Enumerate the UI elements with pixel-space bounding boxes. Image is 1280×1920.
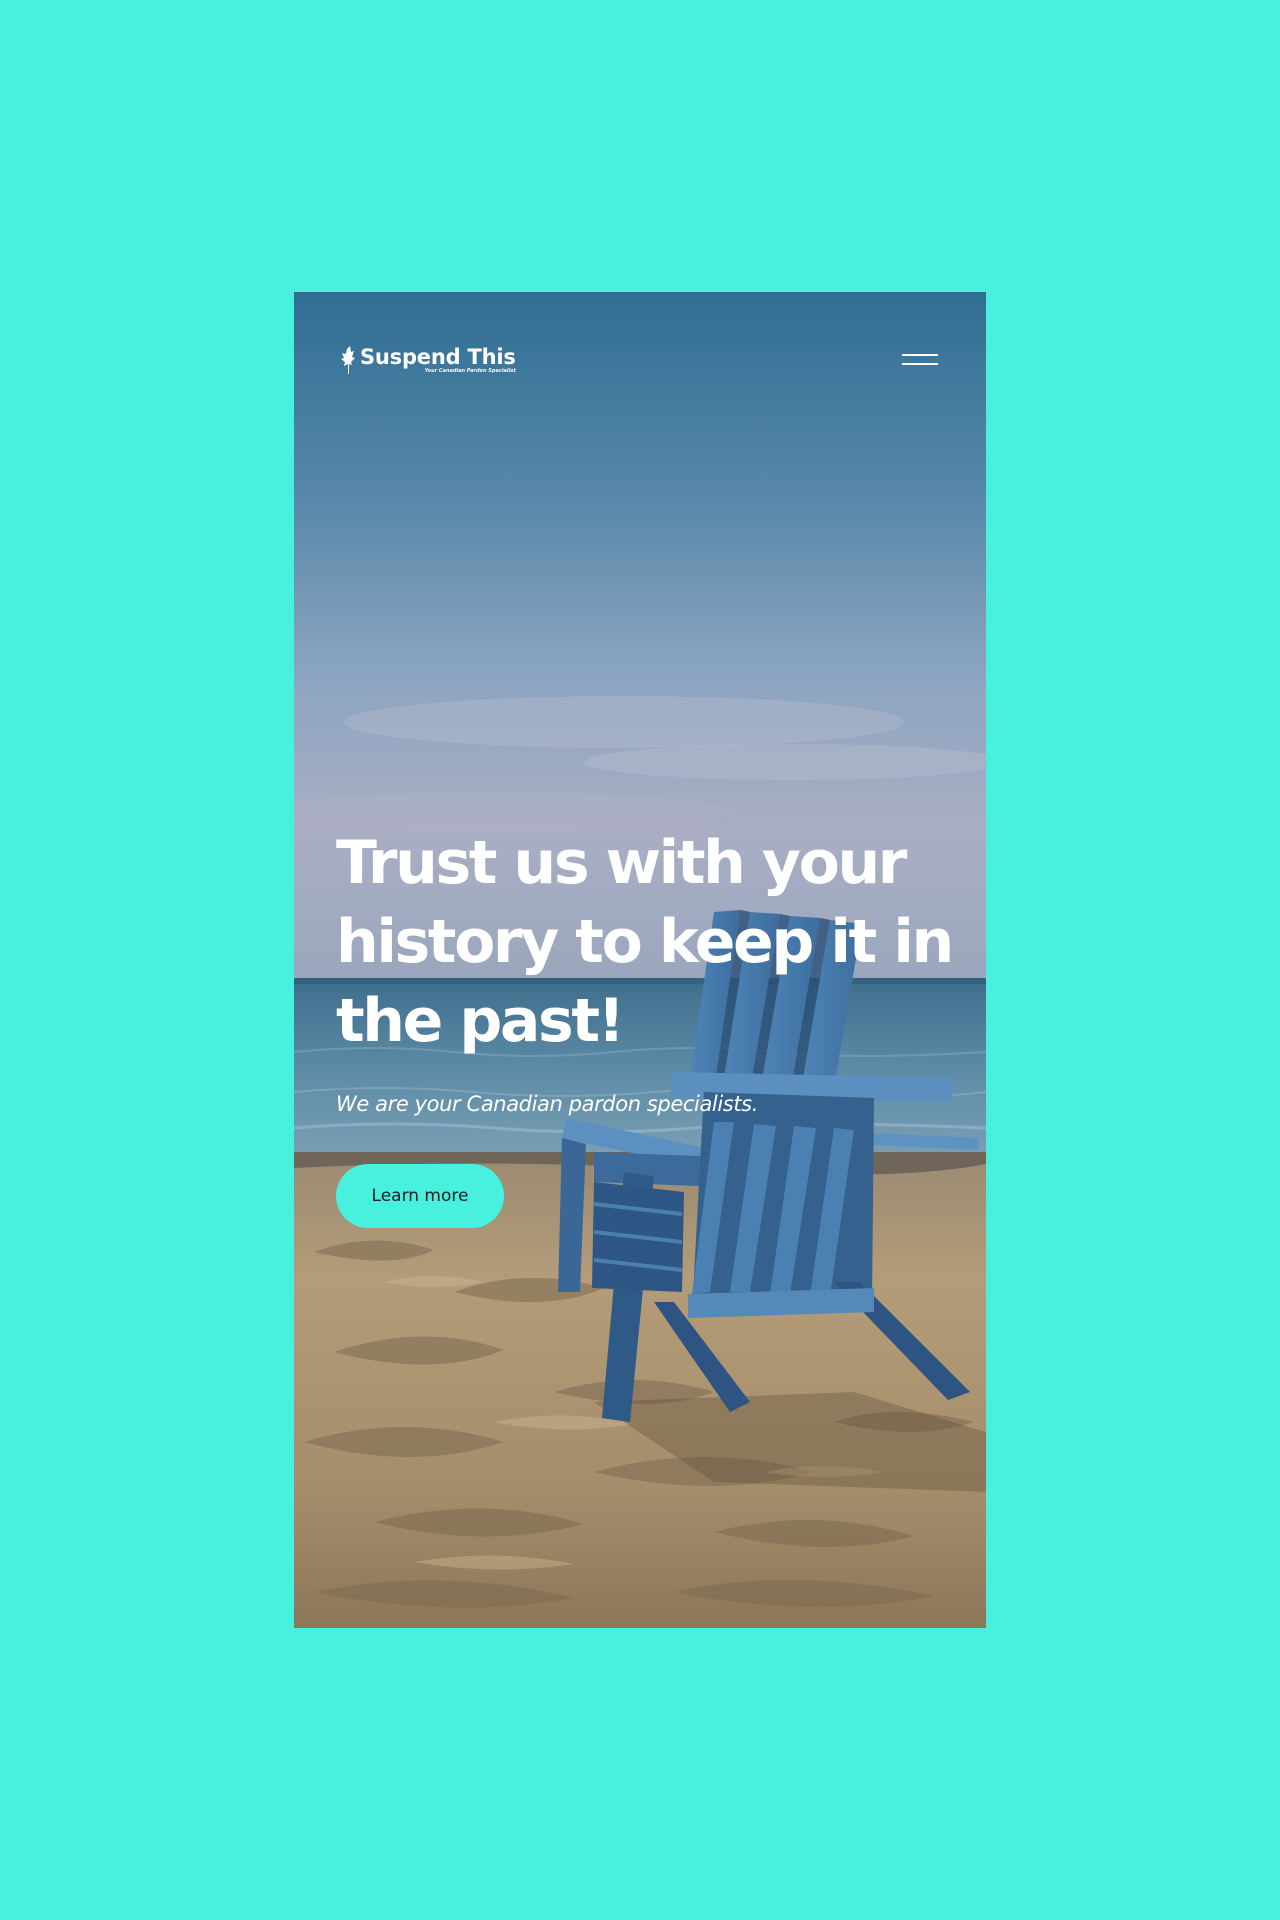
hamburger-menu-icon[interactable] bbox=[902, 352, 940, 368]
hero-subheadline: We are your Canadian pardon specialists. bbox=[336, 1092, 758, 1116]
learn-more-button[interactable]: Learn more bbox=[336, 1164, 504, 1228]
logo-name: Suspend This bbox=[360, 344, 516, 369]
logo-tagline: Your Canadian Pardon Specialist bbox=[424, 367, 516, 374]
site-logo[interactable]: Suspend This Your Canadian Pardon Specia… bbox=[340, 340, 516, 380]
menu-line-top bbox=[902, 354, 938, 356]
maple-leaf-icon bbox=[341, 346, 355, 374]
logo-wordmark: Suspend This Your Canadian Pardon Specia… bbox=[360, 344, 516, 374]
mobile-page: Suspend This Your Canadian Pardon Specia… bbox=[294, 292, 986, 1628]
hero-headline: Trust us with your history to keep it in… bbox=[336, 828, 954, 1056]
top-navigation: Suspend This Your Canadian Pardon Specia… bbox=[340, 340, 940, 380]
menu-line-bottom bbox=[902, 363, 938, 365]
